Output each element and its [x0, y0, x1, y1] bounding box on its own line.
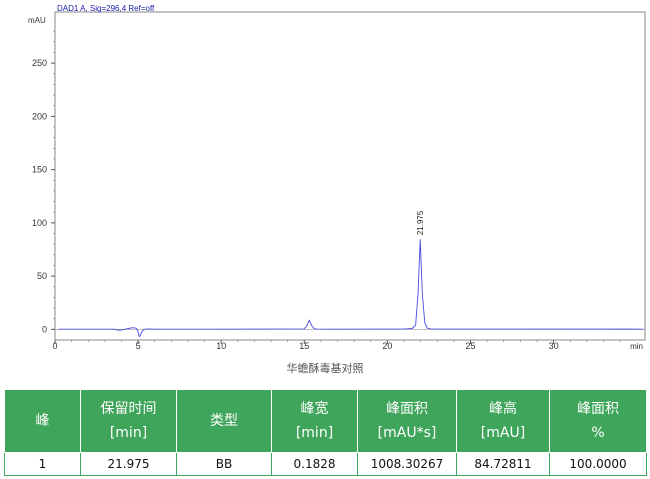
header-text: 峰高 — [489, 401, 517, 417]
y-tick-label: 150 — [32, 165, 47, 175]
x-tick-label: 30 — [549, 341, 559, 351]
y-tick-label: 0 — [42, 324, 47, 334]
signal-label: DAD1 A, Sig=296,4 Ref=off — [57, 4, 155, 13]
table-cell: 1008.30267 — [357, 452, 457, 476]
table-cell: BB — [176, 452, 272, 476]
y-tick-label: 100 — [32, 218, 47, 228]
y-tick-label: 250 — [32, 58, 47, 68]
x-tick-label: 0 — [52, 341, 57, 351]
table-cell: 1 — [4, 452, 81, 476]
x-tick-label: 25 — [465, 341, 475, 351]
header-text: [mAU] — [480, 425, 526, 441]
x-axis-label: min — [630, 342, 643, 351]
y-tick-label: 200 — [32, 111, 47, 121]
header-text: 保留时间 — [100, 401, 157, 417]
header-text: 峰宽 — [300, 401, 329, 417]
x-tick-label: 20 — [382, 341, 392, 351]
header-cell: 峰宽 [min] — [271, 389, 358, 453]
header-cell: 峰高 [mAU] — [456, 389, 550, 453]
chart-caption: 华蟾酥毒基对照 — [286, 362, 364, 375]
chromatogram: 0 50 100 150 200 250 mAU 0 5 10 15 20 25 30 min 21.975 … — [0, 0, 650, 352]
header-cell: 峰面积 [mAU*s] — [357, 389, 457, 453]
table-cell: 84.72811 — [456, 452, 550, 476]
peak-table-header: 峰 保留时间 [min] 类型 峰宽 [min] 峰面积 [mAU*s] 峰高 [mAU] 峰面积% — [4, 389, 647, 453]
header-text: 峰面积 — [577, 401, 619, 417]
y-tick-label: 50 — [37, 271, 47, 281]
y-axis-label: mAU — [28, 16, 46, 25]
x-tick-label: 15 — [299, 341, 309, 351]
header-text: [min] — [109, 425, 148, 441]
peak-table: 峰 保留时间 [min] 类型 峰宽 [min] 峰面积 [mAU*s] 峰高 [mAU] 峰面积%… — [4, 389, 647, 476]
table-row: 1 21.975 BB 0.1828 1008.30267 84.72811 100.000… — [4, 452, 647, 476]
header-text: [mAU*s] — [377, 425, 437, 441]
x-tick-label: 10 — [216, 341, 226, 351]
header-text: [min] — [295, 425, 334, 441]
chromatogram-plot: 0 50 100 150 200 250 mAU 0 5 10 15 20 25 30 min 21.975 — [28, 11, 646, 351]
header-cell: 峰 — [4, 389, 81, 453]
header-cell: 峰面积% — [549, 389, 647, 453]
plot-frame — [54, 11, 646, 341]
table-cell: 100.0000 — [549, 452, 647, 476]
header-text: 类型 — [210, 413, 238, 429]
table-cell: 21.975 — [80, 452, 177, 476]
header-text: 峰面积 — [386, 401, 428, 417]
x-tick-label: 5 — [136, 341, 141, 351]
series-line — [58, 239, 644, 338]
header-cell: 类型 — [176, 389, 272, 453]
peak-table-body: 1 21.975 BB 0.1828 1008.30267 84.72811 100.000… — [4, 452, 647, 476]
table-cell: 0.1828 — [271, 452, 358, 476]
header-cell: 保留时间 [min] — [80, 389, 177, 453]
header-text: 峰 — [35, 413, 50, 429]
header-text: % — [591, 425, 605, 441]
peak-label: 21.975 — [416, 210, 425, 235]
